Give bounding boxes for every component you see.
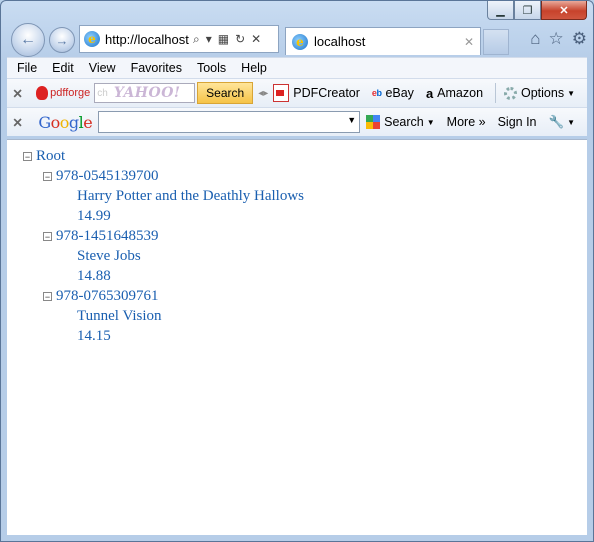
ebay-button[interactable]: eb eBay: [372, 86, 414, 100]
navigation-row: ← → e http://localhost: ⌕ ▾ ▦ ↻ ✕ e loca…: [7, 23, 587, 57]
dropdown-icon[interactable]: ▾: [206, 32, 212, 47]
google-search-button[interactable]: Search ▼: [366, 115, 435, 129]
collapse-icon[interactable]: −: [43, 292, 52, 302]
options-gear-icon: [503, 86, 517, 100]
yahoo-search-button[interactable]: Search: [197, 82, 254, 104]
ebay-icon: eb: [371, 88, 382, 98]
pdfforge-logo[interactable]: pdfforge: [36, 86, 90, 100]
new-tab-button[interactable]: [483, 29, 509, 55]
tab-title: localhost: [314, 34, 366, 49]
collapse-icon[interactable]: −: [43, 232, 52, 242]
minimize-button[interactable]: ▁: [487, 1, 514, 20]
ie-tab-icon: e: [292, 33, 308, 50]
menu-tools[interactable]: Tools: [197, 61, 226, 75]
favorites-star-icon[interactable]: ☆: [549, 29, 564, 49]
collapse-icon[interactable]: −: [23, 152, 32, 162]
tree-leaf-price[interactable]: 14.15: [77, 328, 111, 345]
forward-button[interactable]: →: [49, 27, 75, 53]
options-button[interactable]: Options ▼: [503, 86, 575, 100]
address-bar[interactable]: e http://localhost: ⌕ ▾ ▦ ↻ ✕: [79, 25, 279, 53]
caption-buttons: ▁ ❐ ✕: [487, 1, 587, 21]
maximize-button[interactable]: ❐: [514, 1, 541, 20]
more-button[interactable]: More »: [447, 115, 486, 129]
google-search-icon: [366, 115, 381, 129]
chevron-down-icon: ▼: [426, 117, 435, 127]
sign-in-button[interactable]: Sign In: [498, 115, 537, 129]
toolbars: File Edit View Favorites Tools Help ✕ pd…: [7, 57, 587, 136]
tree-root[interactable]: − Root: [23, 148, 65, 165]
chevron-down-icon[interactable]: ▼: [347, 115, 356, 125]
home-icon[interactable]: ⌂: [530, 29, 540, 49]
tree-leaf-title[interactable]: Steve Jobs: [77, 248, 141, 265]
menu-bar: File Edit View Favorites Tools Help: [7, 57, 587, 78]
tree-leaf-title[interactable]: Harry Potter and the Deathly Hallows: [77, 188, 304, 205]
compatibility-icon[interactable]: ▦: [218, 32, 229, 47]
browser-window: ▁ ❐ ✕ ← → e http://localhost: ⌕ ▾ ▦ ↻ ✕ …: [0, 0, 594, 542]
google-search-input[interactable]: ▼: [98, 111, 361, 133]
ie-page-icon: e: [84, 31, 100, 47]
tree-leaf-title[interactable]: Tunnel Vision: [77, 308, 162, 325]
back-button[interactable]: ←: [11, 23, 45, 57]
menu-file[interactable]: File: [17, 61, 37, 75]
close-window-button[interactable]: ✕: [541, 1, 587, 20]
tree-leaf-price[interactable]: 14.99: [77, 208, 111, 225]
google-toolbar: ✕ Google ▼ Search ▼ More » Sign In 🔧 ▼: [7, 107, 587, 136]
pdfforge-flame-icon: [36, 86, 49, 100]
menu-view[interactable]: View: [89, 61, 116, 75]
yahoo-logo: YAHOO!: [113, 85, 181, 101]
pdfcreator-button[interactable]: PDFCreator: [273, 84, 360, 102]
refresh-icon[interactable]: ↻: [235, 32, 245, 47]
menu-help[interactable]: Help: [241, 61, 267, 75]
menu-favorites[interactable]: Favorites: [131, 61, 182, 75]
yahoo-search-input[interactable]: ch YAHOO!: [94, 83, 196, 103]
close-tab-icon[interactable]: ✕: [464, 35, 474, 49]
toolbar-grip-icon[interactable]: ◂▸: [258, 88, 268, 99]
page-content: − Root −978-0545139700 Harry Potter and t…: [7, 139, 587, 535]
tree-leaf-price[interactable]: 14.88: [77, 268, 111, 285]
tree-node-isbn[interactable]: −978-0545139700: [43, 168, 159, 185]
pdf-icon: [273, 84, 290, 102]
chevron-down-icon: ▼: [567, 88, 575, 98]
tree-node-isbn[interactable]: −978-1451648539: [43, 228, 159, 245]
gear-icon[interactable]: ⚙: [572, 29, 587, 49]
yahoo-toolbar: ✕ pdfforge ch YAHOO! Search ◂▸ PDFCreato…: [7, 78, 587, 107]
amazon-icon: a: [425, 85, 434, 101]
tree-node-isbn[interactable]: −978-0765309761: [43, 288, 159, 305]
search-icon[interactable]: ⌕: [193, 32, 200, 47]
amazon-button[interactable]: a Amazon: [426, 86, 483, 101]
address-text[interactable]: http://localhost:: [105, 32, 189, 47]
google-logo[interactable]: Google: [38, 113, 92, 132]
close-toolbar-icon[interactable]: ✕: [9, 115, 26, 130]
menu-edit[interactable]: Edit: [52, 61, 74, 75]
stop-icon[interactable]: ✕: [251, 32, 261, 47]
tab-localhost[interactable]: e localhost ✕: [285, 27, 481, 55]
wrench-icon[interactable]: 🔧 ▼: [549, 115, 576, 130]
close-toolbar-icon[interactable]: ✕: [9, 86, 26, 101]
collapse-icon[interactable]: −: [43, 172, 52, 182]
